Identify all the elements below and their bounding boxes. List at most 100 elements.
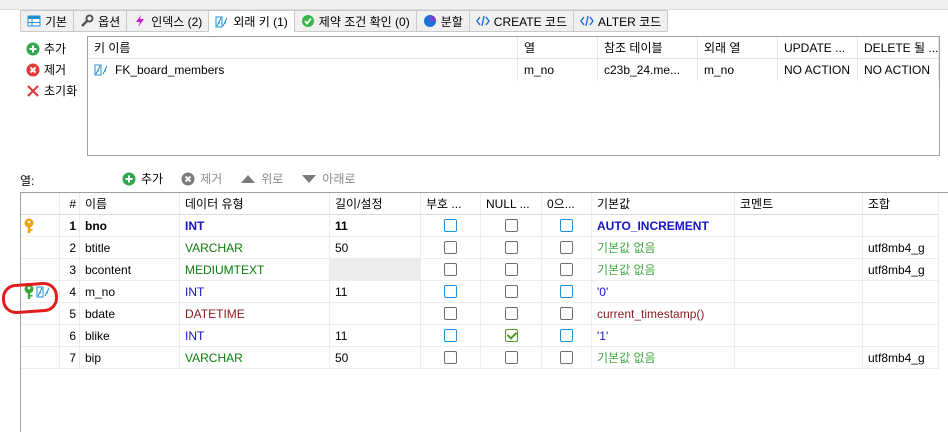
tab-foreign-keys[interactable]: 외래 키 (1): [208, 10, 294, 33]
table-row[interactable]: 4 m_no INT 11 '0': [21, 281, 948, 303]
zerofill-checkbox[interactable]: [560, 329, 573, 342]
column-type[interactable]: DATETIME: [180, 303, 330, 325]
column-collation[interactable]: utf8mb4_g: [863, 237, 939, 259]
column-default[interactable]: 기본값 없음: [592, 259, 735, 281]
column-comment[interactable]: [735, 303, 863, 325]
allow-null-checkbox[interactable]: [504, 263, 518, 276]
column-length[interactable]: 50: [330, 237, 421, 259]
allow-null-checkbox[interactable]: [504, 219, 518, 232]
header-zerofill[interactable]: 0으...: [542, 193, 592, 215]
table-row[interactable]: 3 bcontent MEDIUMTEXT 기본값 없음 utf8mb4_g: [21, 259, 948, 281]
table-row[interactable]: 2 btitle VARCHAR 50 기본값 없음 utf8mb4_g: [21, 237, 948, 259]
fk-cell-foreign-column[interactable]: m_no: [698, 59, 778, 81]
column-collation[interactable]: [863, 303, 939, 325]
tab-alter-code[interactable]: ALTER 코드: [573, 10, 669, 32]
zerofill-checkbox[interactable]: [560, 241, 573, 254]
tab-partitions[interactable]: 분할: [415, 10, 469, 32]
allow-null-checkbox[interactable]: [504, 351, 518, 364]
column-type[interactable]: VARCHAR: [180, 347, 330, 369]
allow-null-checkbox[interactable]: [504, 329, 518, 342]
column-name[interactable]: m_no: [80, 281, 180, 303]
fk-cell-on-update[interactable]: NO ACTION: [778, 59, 858, 81]
fk-header-on-delete[interactable]: DELETE 될 ...: [858, 37, 939, 58]
column-name[interactable]: btitle: [80, 237, 180, 259]
column-default[interactable]: 기본값 없음: [592, 237, 735, 259]
column-length[interactable]: [330, 303, 421, 325]
unsigned-checkbox[interactable]: [444, 285, 457, 298]
column-type[interactable]: MEDIUMTEXT: [180, 259, 330, 281]
unsigned-checkbox[interactable]: [444, 263, 457, 276]
fk-add-button[interactable]: 추가: [26, 38, 86, 59]
unsigned-checkbox[interactable]: [444, 329, 457, 342]
fk-remove-button[interactable]: 제거: [26, 59, 86, 80]
allow-null-checkbox[interactable]: [504, 307, 518, 320]
column-length[interactable]: 50: [330, 347, 421, 369]
column-name[interactable]: bdate: [80, 303, 180, 325]
column-collation[interactable]: [863, 215, 939, 237]
column-type[interactable]: VARCHAR: [180, 237, 330, 259]
column-length[interactable]: 11: [330, 215, 421, 237]
unsigned-checkbox[interactable]: [444, 241, 457, 254]
unsigned-checkbox[interactable]: [444, 307, 457, 320]
header-comment[interactable]: 코멘트: [735, 193, 863, 215]
column-comment[interactable]: [735, 215, 863, 237]
column-length[interactable]: [330, 259, 421, 281]
column-collation[interactable]: utf8mb4_g: [863, 259, 939, 281]
fk-table-row[interactable]: FK_board_members m_no c23b_24.me... m_no…: [88, 59, 939, 81]
column-move-up-button[interactable]: 위로: [240, 170, 283, 187]
column-type[interactable]: INT: [180, 215, 330, 237]
tab-create-code[interactable]: CREATE 코드: [468, 10, 573, 32]
column-type[interactable]: INT: [180, 325, 330, 347]
fk-cell-key-name[interactable]: FK_board_members: [88, 59, 518, 81]
tab-check-constraints[interactable]: 제약 조건 확인 (0): [293, 10, 416, 32]
table-row[interactable]: 6 blike INT 11 '1': [21, 325, 948, 347]
header-data-type[interactable]: 데이터 유형: [180, 193, 330, 215]
header-default[interactable]: 기본값: [592, 193, 735, 215]
column-default[interactable]: '0': [592, 281, 735, 303]
column-collation[interactable]: [863, 325, 939, 347]
fk-header-foreign-column[interactable]: 외래 열: [698, 37, 778, 58]
column-comment[interactable]: [735, 237, 863, 259]
column-default[interactable]: AUTO_INCREMENT: [592, 215, 735, 237]
column-length[interactable]: 11: [330, 281, 421, 303]
allow-null-checkbox[interactable]: [504, 241, 518, 254]
allow-null-checkbox[interactable]: [504, 285, 518, 298]
column-collation[interactable]: utf8mb4_g: [863, 347, 939, 369]
column-comment[interactable]: [735, 347, 863, 369]
column-move-down-button[interactable]: 아래로: [301, 170, 355, 187]
zerofill-checkbox[interactable]: [560, 263, 573, 276]
fk-reset-button[interactable]: 초기화: [26, 80, 86, 101]
tab-options[interactable]: 옵션: [73, 10, 127, 32]
table-row[interactable]: 1 bno INT 11 AUTO_INCREMENT: [21, 215, 948, 237]
column-type[interactable]: INT: [180, 281, 330, 303]
table-row[interactable]: 5 bdate DATETIME current_timestamp(): [21, 303, 948, 325]
column-collation[interactable]: [863, 281, 939, 303]
unsigned-checkbox[interactable]: [444, 351, 457, 364]
tab-basic[interactable]: 기본: [20, 10, 74, 32]
zerofill-checkbox[interactable]: [560, 351, 573, 364]
zerofill-checkbox[interactable]: [560, 219, 573, 232]
column-name[interactable]: bip: [80, 347, 180, 369]
header-unsigned[interactable]: 부호 ...: [421, 193, 481, 215]
header-length[interactable]: 길이/설정: [330, 193, 421, 215]
header-name[interactable]: 이름: [80, 193, 180, 215]
column-comment[interactable]: [735, 325, 863, 347]
fk-header-ref-table[interactable]: 참조 테이블: [598, 37, 698, 58]
column-comment[interactable]: [735, 259, 863, 281]
fk-cell-ref-table[interactable]: c23b_24.me...: [598, 59, 698, 81]
header-number[interactable]: #: [60, 193, 80, 215]
zerofill-checkbox[interactable]: [560, 285, 573, 298]
column-default[interactable]: 기본값 없음: [592, 347, 735, 369]
column-name[interactable]: bno: [80, 215, 180, 237]
fk-header-on-update[interactable]: UPDATE ...: [778, 37, 858, 58]
column-default[interactable]: '1': [592, 325, 735, 347]
column-name[interactable]: blike: [80, 325, 180, 347]
table-row[interactable]: 7 bip VARCHAR 50 기본값 없음 utf8mb4_g: [21, 347, 948, 369]
header-collation[interactable]: 조합: [863, 193, 939, 215]
column-name[interactable]: bcontent: [80, 259, 180, 281]
fk-header-column[interactable]: 열: [518, 37, 598, 58]
column-remove-button[interactable]: 제거: [181, 170, 222, 187]
unsigned-checkbox[interactable]: [444, 219, 457, 232]
header-null[interactable]: NULL ...: [481, 193, 542, 215]
zerofill-checkbox[interactable]: [560, 307, 573, 320]
